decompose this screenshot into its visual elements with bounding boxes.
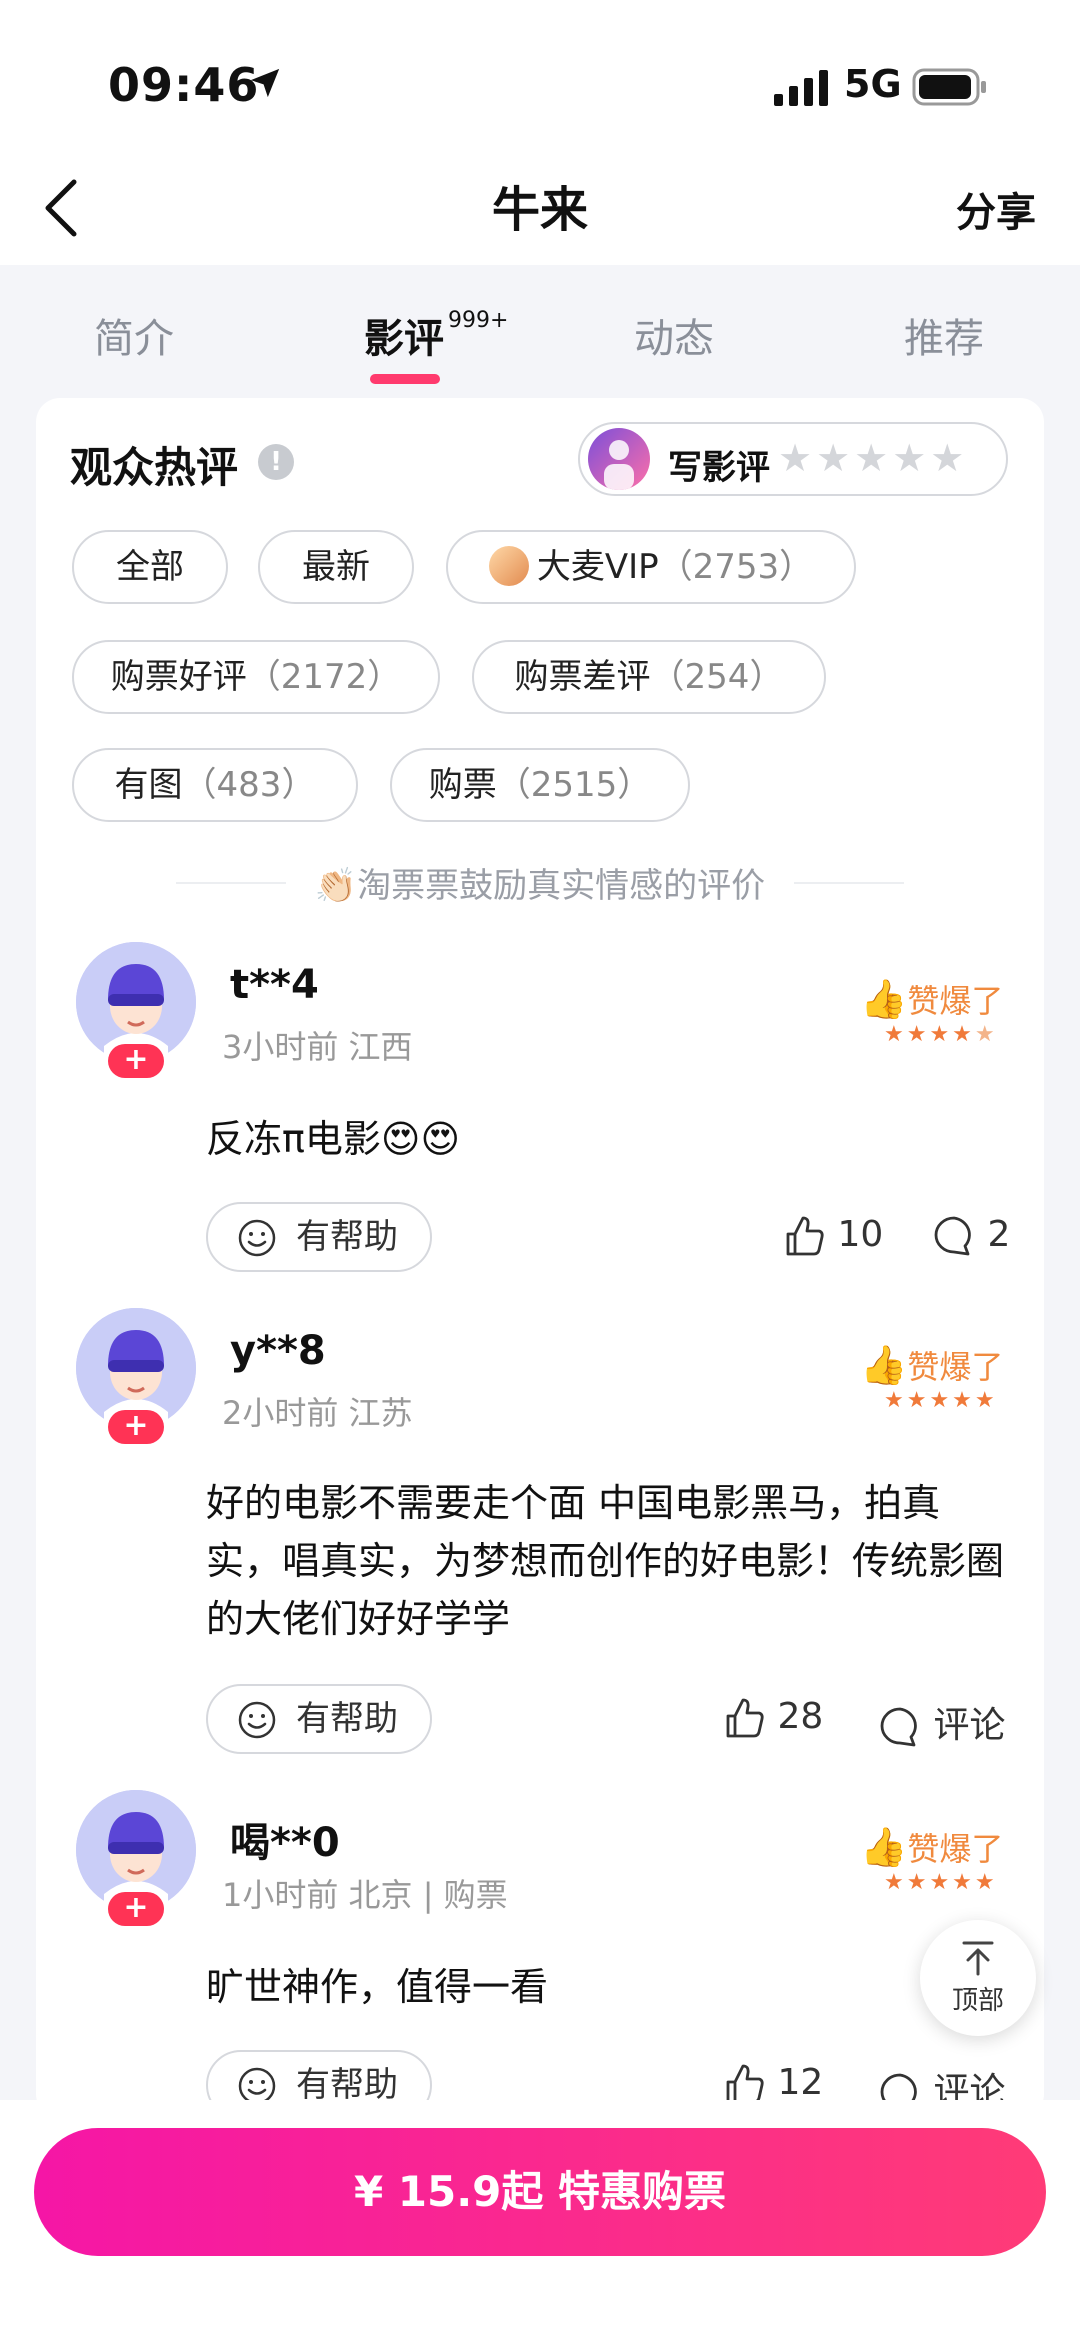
smile-icon: [238, 1701, 276, 1739]
rating-badge: 👍赞爆了: [860, 976, 1003, 1022]
filter-all-label: 全部: [116, 547, 184, 587]
filter-bought-chip[interactable]: 购票（2515）: [390, 748, 690, 822]
encourage-banner: 👏🏻淘票票鼓励真实情感的评价: [0, 858, 1080, 907]
signal-icon: [774, 70, 828, 106]
back-to-top-label: 顶部: [951, 1986, 1004, 2016]
rating-stars: ★★★★★: [884, 1870, 998, 1895]
location-arrow-icon: [250, 68, 280, 98]
vip-gem-icon: [488, 545, 529, 586]
thumbs-up-emoji-icon: 👍: [860, 1825, 908, 1869]
rating-badge: 👍赞爆了: [860, 1342, 1003, 1388]
rating-stars: ★★★★★: [884, 1388, 998, 1413]
back-to-top-button[interactable]: 顶部: [920, 1920, 1036, 2036]
encourage-text: 淘票票鼓励真实情感的评价: [357, 866, 766, 906]
helpful-button[interactable]: 有帮助: [206, 1202, 432, 1272]
filter-bad-label: 购票差评: [514, 657, 651, 697]
review-text: 旷世神作，值得一看: [206, 1965, 549, 2009]
comment-label: 评论: [933, 1705, 1006, 1746]
rating-badge-label: 赞爆了: [907, 1348, 1004, 1386]
filter-good-chip[interactable]: 购票好评（2172）: [72, 640, 440, 714]
review-text: 好的电影不需要走个面 中国电影黑马，拍真实，唱真实，为梦想而创作的好电影！传统影…: [206, 1481, 1005, 1641]
tab-reviews-count-badge: 999+: [448, 308, 509, 333]
network-type: 5G: [844, 62, 902, 106]
comment-button[interactable]: 2: [932, 1214, 1010, 1258]
thumbs-up-emoji-icon: 👍: [860, 977, 908, 1021]
filter-vip-count: （2753）: [658, 547, 814, 587]
filter-latest-label: 最新: [302, 547, 370, 587]
like-count: 12: [777, 2062, 824, 2103]
clap-icon: 👏🏻: [314, 866, 358, 906]
like-button[interactable]: 10: [782, 1214, 883, 1258]
comment-count: 2: [987, 1214, 1011, 1255]
smile-icon: [238, 1219, 276, 1257]
follow-plus-icon[interactable]: +: [108, 1410, 164, 1444]
review-meta: 1小时前 北京 | 购票: [222, 1876, 508, 1914]
follow-plus-icon[interactable]: +: [108, 1044, 164, 1078]
buy-ticket-button[interactable]: ¥ 15.9起 特惠购票: [34, 2128, 1046, 2256]
status-time: 09:46: [108, 58, 260, 112]
filter-vip-chip[interactable]: 大麦VIP（2753）: [446, 530, 856, 604]
reviewer-avatar[interactable]: +: [76, 1790, 196, 1926]
tab-intro[interactable]: 简介: [94, 306, 174, 364]
like-count: 28: [777, 1696, 824, 1737]
tab-recommend[interactable]: 推荐: [904, 306, 984, 364]
follow-plus-icon[interactable]: +: [108, 1892, 164, 1926]
filter-bought-label: 购票: [428, 765, 497, 805]
filter-all-chip[interactable]: 全部: [72, 530, 228, 604]
review-text: 反冻π电影😍😍: [206, 1117, 461, 1161]
helpful-button[interactable]: 有帮助: [206, 1684, 432, 1754]
reviewer-avatar[interactable]: +: [76, 942, 196, 1078]
filter-pics-count: （483）: [182, 765, 316, 805]
write-review-label: 写影评: [668, 448, 770, 488]
filter-vip-label: 大麦VIP: [536, 547, 659, 587]
reviewer-name[interactable]: y**8: [230, 1328, 326, 1374]
filter-bought-count: （2515）: [496, 765, 652, 805]
rating-badge-label: 赞爆了: [907, 1830, 1004, 1868]
reviewer-name[interactable]: t**4: [230, 962, 319, 1008]
review-meta: 2小时前 江苏: [222, 1394, 413, 1432]
thumbs-up-icon: [726, 1698, 764, 1738]
thumbs-up-icon: [786, 1216, 824, 1256]
battery-icon: [912, 68, 986, 106]
reviewer-avatar[interactable]: +: [76, 1308, 196, 1444]
rating-stars-empty[interactable]: ★★★★★: [778, 436, 968, 480]
comment-button[interactable]: 评论: [878, 1696, 1005, 1749]
filter-good-label: 购票好评: [110, 657, 247, 697]
thumbs-up-emoji-icon: 👍: [860, 1343, 908, 1387]
review-meta: 3小时前 江西: [222, 1028, 413, 1066]
helpful-label: 有帮助: [296, 1217, 398, 1257]
rating-stars: ★★★★★: [884, 1022, 998, 1047]
like-button[interactable]: 28: [722, 1696, 823, 1740]
filter-bad-chip[interactable]: 购票差评（254）: [472, 640, 826, 714]
page-title: 牛来: [491, 182, 588, 238]
rating-badge: 👍赞爆了: [860, 1824, 1003, 1870]
reviewer-name[interactable]: 喝**0: [230, 1810, 340, 1868]
filter-latest-chip[interactable]: 最新: [258, 530, 414, 604]
rating-badge-label: 赞爆了: [907, 982, 1004, 1020]
filter-pics-chip[interactable]: 有图（483）: [72, 748, 358, 822]
tab-reviews[interactable]: 影评: [364, 306, 444, 364]
filter-good-count: （2172）: [246, 657, 402, 697]
info-icon[interactable]: !: [258, 444, 294, 480]
filter-pics-label: 有图: [114, 765, 183, 805]
helpful-label: 有帮助: [296, 1699, 398, 1739]
comment-bubble-icon: [880, 1707, 917, 1747]
share-button[interactable]: 分享: [956, 180, 1036, 238]
arrow-up-icon: [962, 1941, 994, 1976]
tab-updates[interactable]: 动态: [634, 306, 714, 364]
user-avatar: [588, 428, 650, 490]
filter-bad-count: （254）: [650, 657, 784, 697]
comment-bubble-icon: [934, 1216, 971, 1256]
section-title: 观众热评: [70, 443, 239, 492]
like-count: 10: [837, 1214, 884, 1255]
tab-active-indicator: [370, 374, 440, 384]
